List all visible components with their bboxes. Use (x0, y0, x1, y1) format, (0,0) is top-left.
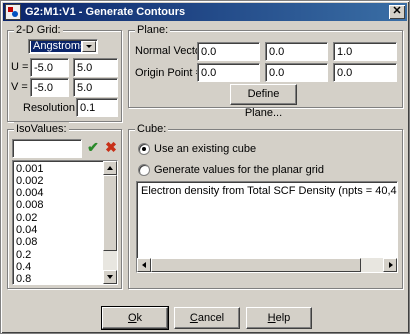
list-item[interactable]: 0.008 (16, 199, 44, 211)
cancel-button[interactable]: Cancel (174, 307, 240, 329)
list-item[interactable]: 0.004 (16, 187, 44, 199)
plane-group-label: Plane: (135, 23, 171, 37)
cube-list-item[interactable]: Electron density from Total SCF Density … (141, 185, 397, 197)
origin-z-field[interactable]: 0.0 (333, 63, 397, 82)
units-selected-value: Angstroms (31, 40, 86, 52)
window-title: G2:M1:V1 - Generate Contours (25, 6, 186, 18)
scroll-left-icon[interactable] (137, 258, 151, 272)
u-min-field[interactable]: -5.0 (30, 58, 69, 77)
list-item[interactable]: 0.002 (16, 175, 44, 187)
origin-x-field[interactable]: 0.0 (197, 63, 260, 82)
ok-button[interactable]: Ok (101, 306, 169, 330)
help-button[interactable]: Help (246, 307, 312, 329)
ok-label: Ok (127, 312, 143, 324)
u-label: U = (11, 61, 29, 73)
list-item[interactable]: 0.001 (16, 163, 44, 175)
list-item[interactable]: 0.02 (16, 212, 37, 224)
app-icon (5, 4, 21, 20)
resolution-field[interactable]: 0.1 (76, 98, 118, 117)
v-min-field[interactable]: -5.0 (30, 78, 69, 97)
accept-check-icon[interactable]: ✔ (84, 139, 102, 157)
generate-values-radio[interactable] (138, 164, 150, 176)
isovalues-group-label: IsoValues: (14, 122, 69, 136)
generate-contours-dialog: G2:M1:V1 - Generate Contours ✕ 2-D Grid:… (0, 0, 410, 334)
define-plane-button[interactable]: Define Plane... (230, 84, 297, 119)
u-max-field[interactable]: 5.0 (73, 58, 118, 77)
isovalue-list[interactable]: 0.001 0.002 0.004 0.008 0.02 0.04 0.08 0… (12, 160, 118, 285)
list-item[interactable]: 0.8 (16, 273, 31, 284)
chevron-down-icon[interactable] (82, 41, 96, 52)
delete-x-icon[interactable]: ✖ (102, 139, 120, 157)
cube-list[interactable]: Electron density from Total SCF Density … (136, 181, 398, 273)
scroll-up-icon[interactable] (103, 161, 117, 175)
cancel-label: Cancel (189, 312, 225, 324)
cube-list-scrollbar[interactable] (137, 258, 397, 272)
v-max-field[interactable]: 5.0 (73, 78, 118, 97)
close-icon[interactable]: ✕ (389, 5, 405, 19)
use-existing-cube-radio[interactable] (138, 143, 150, 155)
normal-z-field[interactable]: 1.0 (333, 42, 397, 61)
scroll-right-icon[interactable] (383, 258, 397, 272)
generate-values-label[interactable]: Generate values for the planar grid (154, 163, 324, 177)
scroll-down-icon[interactable] (103, 270, 117, 284)
isovalue-list-scrollbar[interactable] (103, 161, 117, 284)
origin-y-field[interactable]: 0.0 (265, 63, 328, 82)
list-item[interactable]: 0.08 (16, 236, 37, 248)
v-label: V = (11, 81, 28, 93)
origin-point-label: Origin Point = (135, 67, 202, 79)
list-item[interactable]: 0.4 (16, 261, 31, 273)
cube-group-label: Cube: (135, 122, 169, 136)
grid-group-label: 2-D Grid: (14, 23, 63, 37)
isovalue-input[interactable] (12, 139, 82, 158)
list-item[interactable]: 0.04 (16, 224, 37, 236)
help-label: Help (267, 312, 291, 324)
title-bar[interactable]: G2:M1:V1 - Generate Contours ✕ (3, 3, 407, 21)
normal-x-field[interactable]: 0.0 (197, 42, 260, 61)
scroll-thumb[interactable] (151, 258, 361, 272)
list-item[interactable]: 0.2 (16, 249, 31, 261)
scroll-thumb[interactable] (103, 175, 117, 251)
units-select[interactable]: Angstroms (28, 39, 98, 54)
normal-y-field[interactable]: 0.0 (265, 42, 328, 61)
use-existing-cube-label[interactable]: Use an existing cube (154, 142, 256, 156)
